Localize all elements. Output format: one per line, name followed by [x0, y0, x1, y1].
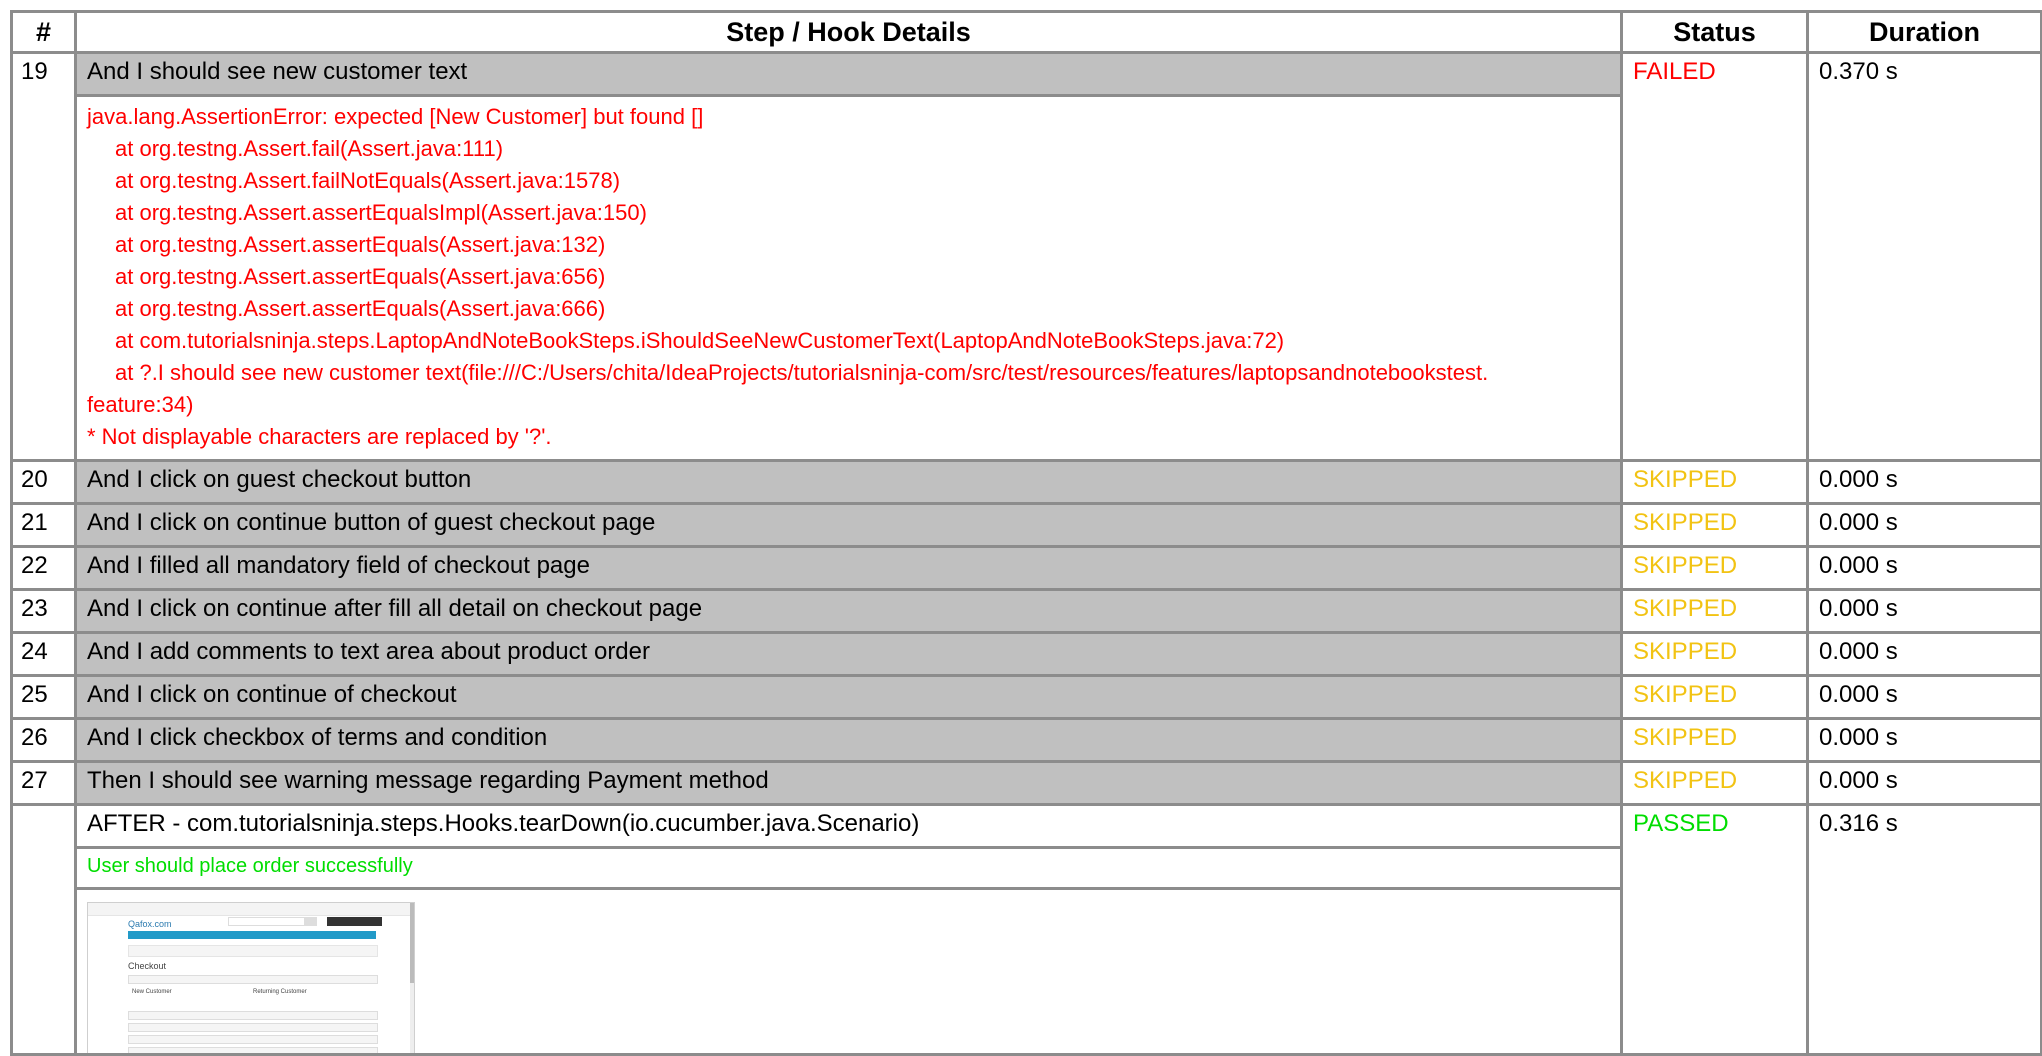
- step-duration: 0.000 s: [1806, 459, 2042, 505]
- status-badge: SKIPPED: [1620, 545, 1809, 591]
- step-duration: 0.000 s: [1806, 717, 2042, 763]
- step-duration: 0.000 s: [1806, 674, 2042, 720]
- error-line: at org.testng.Assert.assertEqualsImpl(As…: [115, 200, 647, 225]
- step-duration: 0.000 s: [1806, 588, 2042, 634]
- step-duration: 0.000 s: [1806, 545, 2042, 591]
- screenshot-panel: [128, 975, 378, 984]
- embedded-screenshot[interactable]: Qafox.com Checkout New Customer Returnin…: [87, 902, 415, 1052]
- table-row: 20 And I click on guest checkout button …: [10, 459, 2042, 505]
- screenshot-topbar: [88, 903, 414, 916]
- screenshot-cell: Qafox.com Checkout New Customer Returnin…: [74, 887, 1623, 1056]
- header-step-details: Step / Hook Details: [74, 10, 1623, 54]
- error-line: feature:34): [87, 392, 194, 417]
- error-line: at org.testng.Assert.assertEquals(Assert…: [115, 232, 606, 257]
- hook-message: User should place order successfully: [74, 846, 1623, 890]
- screenshot-panel: [128, 1035, 378, 1044]
- screenshot-search-input: [228, 917, 305, 926]
- screenshot-scrollbar-thumb: [410, 903, 414, 983]
- step-text: And I should see new customer text: [74, 51, 1623, 97]
- table-row: 22 And I filled all mandatory field of c…: [10, 545, 2042, 591]
- screenshot-brand: Qafox.com: [128, 919, 172, 929]
- error-stacktrace[interactable]: java.lang.AssertionError: expected [New …: [74, 94, 1623, 462]
- screenshot-panel: [128, 1047, 378, 1052]
- table-row: 25 And I click on continue of checkout S…: [10, 674, 2042, 720]
- step-number: 23: [10, 588, 77, 634]
- status-badge: FAILED: [1620, 51, 1809, 462]
- step-duration: 0.000 s: [1806, 502, 2042, 548]
- step-text: And I click on continue of checkout: [74, 674, 1623, 720]
- status-badge: PASSED: [1620, 803, 1809, 1056]
- screenshot-search-button: [304, 917, 317, 926]
- screenshot-panel: [128, 1023, 378, 1032]
- screenshot-returning-customer: Returning Customer: [253, 989, 307, 995]
- table-row: 27 Then I should see warning message reg…: [10, 760, 2042, 806]
- step-text: And I filled all mandatory field of chec…: [74, 545, 1623, 591]
- step-text: And I click checkbox of terms and condit…: [74, 717, 1623, 763]
- header-num: #: [10, 10, 77, 54]
- step-number: 26: [10, 717, 77, 763]
- error-line: at ?.I should see new customer text(file…: [115, 360, 1489, 385]
- hook-row: AFTER - com.tutorialsninja.steps.Hooks.t…: [10, 803, 2042, 1056]
- error-line: at org.testng.Assert.failNotEquals(Asser…: [115, 168, 621, 193]
- step-number: 27: [10, 760, 77, 806]
- header-status: Status: [1620, 10, 1809, 54]
- error-line: at org.testng.Assert.assertEquals(Assert…: [115, 264, 606, 289]
- header-duration: Duration: [1806, 10, 2042, 54]
- step-number: 21: [10, 502, 77, 548]
- step-duration: 0.000 s: [1806, 760, 2042, 806]
- screenshot-breadcrumb: [128, 945, 378, 957]
- error-line: java.lang.AssertionError: expected [New …: [87, 104, 704, 129]
- step-text: And I click on continue after fill all d…: [74, 588, 1623, 634]
- step-report-table: # Step / Hook Details Status Duration 19…: [10, 10, 2042, 1056]
- step-duration: 0.370 s: [1806, 51, 2042, 462]
- hook-text: AFTER - com.tutorialsninja.steps.Hooks.t…: [74, 803, 1623, 849]
- screenshot-cart-button: [327, 917, 382, 926]
- table-row: 23 And I click on continue after fill al…: [10, 588, 2042, 634]
- error-note: * Not displayable characters are replace…: [87, 424, 552, 449]
- status-badge: SKIPPED: [1620, 760, 1809, 806]
- error-line: at org.testng.Assert.assertEquals(Assert…: [115, 296, 606, 321]
- status-badge: SKIPPED: [1620, 674, 1809, 720]
- screenshot-nav-bar: [128, 931, 376, 939]
- screenshot-page-title: Checkout: [128, 961, 167, 971]
- status-badge: SKIPPED: [1620, 631, 1809, 677]
- table-row: 19 And I should see new customer text FA…: [10, 51, 2042, 462]
- step-text: And I click on guest checkout button: [74, 459, 1623, 505]
- step-number: 24: [10, 631, 77, 677]
- status-badge: SKIPPED: [1620, 588, 1809, 634]
- hook-duration: 0.316 s: [1806, 803, 2042, 1056]
- screenshot-new-customer: New Customer: [132, 989, 172, 995]
- step-number: 25: [10, 674, 77, 720]
- table-row: 21 And I click on continue button of gue…: [10, 502, 2042, 548]
- table-row: 24 And I add comments to text area about…: [10, 631, 2042, 677]
- step-number: 20: [10, 459, 77, 505]
- hook-number: [10, 803, 77, 1056]
- error-line: at com.tutorialsninja.steps.LaptopAndNot…: [115, 328, 1285, 353]
- step-number: 22: [10, 545, 77, 591]
- step-text: And I add comments to text area about pr…: [74, 631, 1623, 677]
- status-badge: SKIPPED: [1620, 502, 1809, 548]
- status-badge: SKIPPED: [1620, 717, 1809, 763]
- step-duration: 0.000 s: [1806, 631, 2042, 677]
- step-text: Then I should see warning message regard…: [74, 760, 1623, 806]
- table-row: 26 And I click checkbox of terms and con…: [10, 717, 2042, 763]
- step-text: And I click on continue button of guest …: [74, 502, 1623, 548]
- table-header-row: # Step / Hook Details Status Duration: [10, 10, 2042, 54]
- error-line: at org.testng.Assert.fail(Assert.java:11…: [115, 136, 504, 161]
- step-number: 19: [10, 51, 77, 462]
- status-badge: SKIPPED: [1620, 459, 1809, 505]
